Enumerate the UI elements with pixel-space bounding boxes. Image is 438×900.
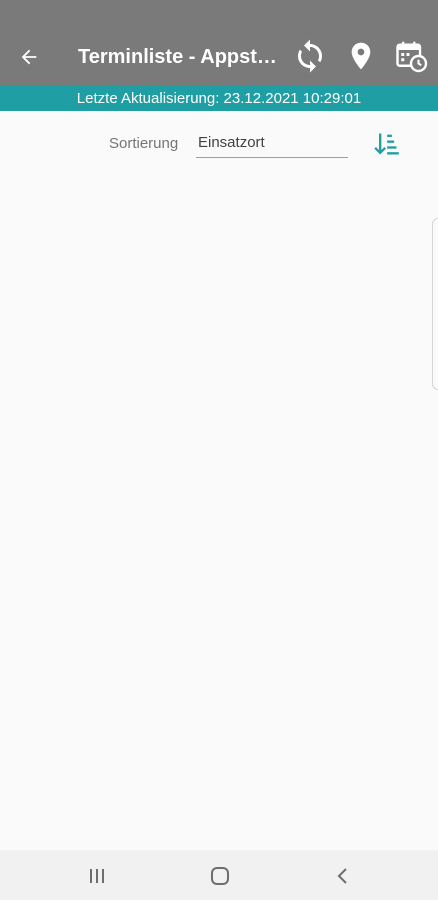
home-button[interactable]	[202, 858, 238, 894]
sort-ascending-icon	[374, 133, 399, 155]
location-button[interactable]	[341, 36, 381, 76]
back-arrow-icon	[21, 49, 37, 65]
sort-field-select[interactable]: Einsatzort	[196, 130, 348, 158]
back-button[interactable]	[12, 40, 46, 74]
home-icon	[211, 867, 229, 885]
back-icon	[337, 868, 347, 884]
system-navigation-bar	[0, 850, 438, 900]
last-update-bar: Letzte Aktualisierung: 23.12.2021 10:29:…	[0, 86, 438, 111]
page-title: Terminliste - Appstore Testsys	[78, 46, 284, 68]
sync-icon	[298, 39, 322, 73]
back-nav-button[interactable]	[325, 858, 361, 894]
calendar-clock-icon	[396, 41, 428, 73]
sort-order-button[interactable]	[370, 128, 402, 160]
recent-apps-button[interactable]	[79, 858, 115, 894]
edge-panel-handle[interactable]	[432, 218, 438, 390]
app-bar: Terminliste - Appstore Testsys	[0, 0, 438, 86]
sync-button[interactable]	[290, 36, 330, 76]
calendar-button[interactable]	[391, 36, 431, 76]
recent-apps-icon	[90, 869, 104, 883]
sort-row: Sortierung Einsatzort	[0, 124, 438, 164]
location-pin-icon	[351, 42, 371, 70]
sort-label: Sortierung	[109, 135, 179, 152]
